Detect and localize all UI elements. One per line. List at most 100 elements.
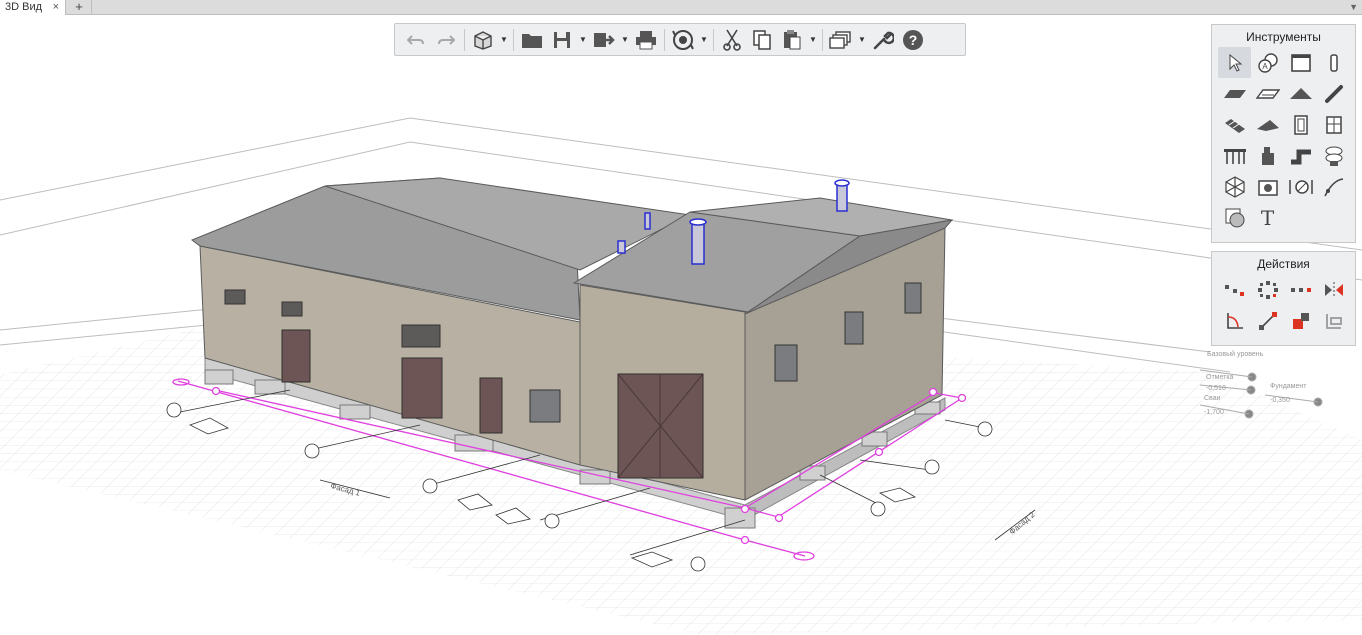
svg-text:A: A xyxy=(1262,62,1268,71)
chevron-down-icon[interactable]: ▼ xyxy=(698,26,710,54)
views-button[interactable] xyxy=(826,26,856,54)
print-icon xyxy=(636,30,656,49)
paste-icon xyxy=(784,29,801,49)
window-tool[interactable] xyxy=(1317,109,1350,140)
close-icon[interactable]: × xyxy=(53,0,59,14)
railing-tool[interactable] xyxy=(1218,140,1251,171)
chevron-down-icon[interactable]: ▼ xyxy=(807,26,819,54)
save-button[interactable] xyxy=(547,26,577,54)
mirror-action[interactable] xyxy=(1317,274,1350,305)
camera-tool[interactable] xyxy=(1251,171,1284,202)
railing-icon xyxy=(1223,148,1246,164)
svg-text:Базовый уровень: Базовый уровень xyxy=(1207,350,1264,358)
shapes-icon: A xyxy=(1257,52,1278,73)
copy-action[interactable] xyxy=(1284,274,1317,305)
slab-icon xyxy=(1223,89,1246,98)
tools-panel-title: Инструменты xyxy=(1246,30,1321,44)
paste-button[interactable] xyxy=(777,26,807,54)
wall-icon xyxy=(1290,53,1311,72)
floor-tool[interactable] xyxy=(1251,78,1284,109)
text-tool[interactable]: T xyxy=(1251,202,1284,233)
slab-tool[interactable] xyxy=(1218,78,1251,109)
stretch-icon xyxy=(1258,311,1277,330)
tab-3d-view[interactable]: 3D Вид × xyxy=(0,0,66,15)
select-tool[interactable] xyxy=(1218,47,1251,78)
wrench-icon xyxy=(873,31,894,49)
resize-icon xyxy=(1292,312,1309,329)
export-button[interactable] xyxy=(589,26,619,54)
toolbar-separator xyxy=(513,28,514,51)
chevron-down-icon[interactable]: ▼ xyxy=(619,26,631,54)
layers-icon xyxy=(829,30,851,49)
scale-action[interactable] xyxy=(1251,305,1284,336)
linear-array-icon xyxy=(1290,287,1311,292)
model-tool[interactable] xyxy=(1218,171,1251,202)
svg-text:Сваи: Сваи xyxy=(1204,395,1221,402)
view-cube-button[interactable] xyxy=(468,26,498,54)
roof-icon xyxy=(1289,87,1312,99)
cursor-icon xyxy=(1229,53,1242,72)
move-action[interactable] xyxy=(1218,274,1251,305)
beam-tool[interactable] xyxy=(1317,78,1350,109)
dimension-icon xyxy=(1288,179,1313,194)
copy-icon xyxy=(753,29,771,50)
settings-button[interactable] xyxy=(868,26,898,54)
line-tool[interactable] xyxy=(1317,171,1350,202)
resize-action[interactable] xyxy=(1284,305,1317,336)
stairs-icon xyxy=(1224,118,1245,133)
dimension-tool[interactable] xyxy=(1284,171,1317,202)
pipe-tool[interactable] xyxy=(1284,140,1317,171)
svg-text:-0,510: -0,510 xyxy=(1206,385,1226,392)
svg-text:Отметка: Отметка xyxy=(1206,374,1234,381)
chevron-down-icon[interactable]: ▼ xyxy=(577,26,589,54)
mep-tool[interactable] xyxy=(1251,140,1284,171)
cut-button[interactable] xyxy=(717,26,747,54)
save-icon xyxy=(554,31,570,48)
column-tool[interactable] xyxy=(1317,47,1350,78)
beam-icon xyxy=(1324,84,1343,103)
wall-tool[interactable] xyxy=(1284,47,1317,78)
actions-panel-title: Действия xyxy=(1257,257,1310,271)
ramp-icon xyxy=(1256,119,1279,131)
door-icon xyxy=(1293,114,1308,135)
array-action[interactable] xyxy=(1251,274,1284,305)
scene-canvas[interactable]: Базовый уровень Отметка -0,510 Сваи -1,7… xyxy=(0,15,1362,635)
hatch-tool[interactable] xyxy=(1218,202,1251,233)
ramp-tool[interactable] xyxy=(1251,109,1284,140)
tab-label: 3D Вид xyxy=(5,1,43,13)
toolbar-separator xyxy=(464,28,465,51)
stair-tool[interactable] xyxy=(1218,109,1251,140)
rotate-action[interactable] xyxy=(1218,305,1251,336)
sync-button[interactable] xyxy=(668,26,698,54)
add-tab-button[interactable]: + xyxy=(67,0,92,14)
print-button[interactable] xyxy=(631,26,661,54)
object-tool[interactable]: A xyxy=(1251,47,1284,78)
3d-viewport[interactable]: Базовый уровень Отметка -0,510 Сваи -1,7… xyxy=(0,15,1362,635)
undo-button[interactable] xyxy=(401,26,431,54)
tab-list-dropdown-icon[interactable]: ▼ xyxy=(1349,0,1358,14)
chevron-down-icon[interactable]: ▼ xyxy=(498,26,510,54)
help-button[interactable]: ? xyxy=(898,26,928,54)
hatch-icon xyxy=(1225,208,1244,227)
floor-icon xyxy=(1255,88,1280,99)
chevron-down-icon[interactable]: ▼ xyxy=(856,26,868,54)
copy-button[interactable] xyxy=(747,26,777,54)
offset-action[interactable] xyxy=(1317,305,1350,336)
move-icon xyxy=(1224,284,1244,296)
roof-tool[interactable] xyxy=(1284,78,1317,109)
column-icon xyxy=(1329,53,1338,72)
redo-icon xyxy=(438,34,455,45)
door-tool[interactable] xyxy=(1284,109,1317,140)
undo-icon xyxy=(407,34,424,45)
plumbing-tool[interactable] xyxy=(1317,140,1350,171)
open-button[interactable] xyxy=(517,26,547,54)
redo-button[interactable] xyxy=(431,26,461,54)
svg-text:-0,350: -0,350 xyxy=(1270,397,1290,404)
help-icon: ? xyxy=(903,29,923,50)
toilet-icon xyxy=(1325,146,1342,166)
faucet-icon xyxy=(1261,146,1274,165)
main-toolbar: ▼ ▼ ▼ ▼ ▼ ▼ ? xyxy=(394,23,966,56)
polyhedron-icon xyxy=(1224,175,1245,198)
camera-icon xyxy=(1257,179,1278,196)
curve-icon xyxy=(1323,177,1343,196)
